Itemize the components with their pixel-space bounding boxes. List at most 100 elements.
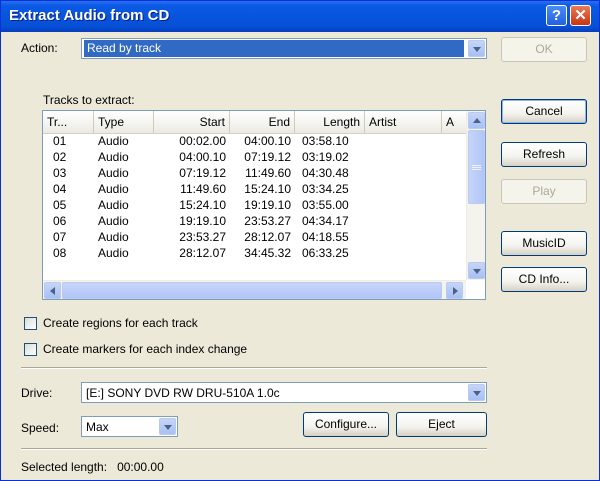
track-start-cell: 28:12.07 xyxy=(179,246,226,260)
track-number-cell: 05 xyxy=(53,198,67,212)
configure-button[interactable]: Configure... xyxy=(303,412,389,437)
track-start-cell: 00:02.00 xyxy=(179,134,226,148)
track-length-cell: 03:58.10 xyxy=(302,134,349,148)
help-button[interactable]: ? xyxy=(546,5,567,26)
column-header-artist[interactable]: Artist xyxy=(365,111,442,133)
help-icon: ? xyxy=(551,7,562,24)
table-row[interactable]: 03 Audio 07:19.12 11:49.60 04:30.48 xyxy=(43,166,466,180)
track-end-cell: 34:45.32 xyxy=(244,246,291,260)
column-header-end[interactable]: End xyxy=(230,111,295,133)
scroll-right-icon[interactable] xyxy=(446,282,463,299)
track-end-cell: 15:24.10 xyxy=(244,182,291,196)
column-header-album[interactable]: A xyxy=(442,111,466,133)
track-type-cell: Audio xyxy=(98,166,129,180)
scroll-left-icon[interactable] xyxy=(44,282,61,299)
track-number-cell: 08 xyxy=(53,246,67,260)
drive-dropdown[interactable]: [E:] SONY DVD RW DRU-510A 1.0c xyxy=(81,382,487,403)
action-label: Action: xyxy=(21,41,58,55)
tracks-header: Tr... Type Start End Length Artist A xyxy=(43,111,466,134)
create-markers-checkbox[interactable] xyxy=(24,343,37,356)
vertical-scrollbar[interactable] xyxy=(466,111,485,280)
speed-value: Max xyxy=(86,420,109,434)
track-length-cell: 03:19.02 xyxy=(302,150,349,164)
track-start-cell: 04:00.10 xyxy=(179,150,226,164)
drive-value: [E:] SONY DVD RW DRU-510A 1.0c xyxy=(86,386,280,400)
track-end-cell: 19:19.10 xyxy=(244,198,291,212)
play-button[interactable]: Play xyxy=(501,179,587,204)
track-end-cell: 23:53.27 xyxy=(244,214,291,228)
tracks-label: Tracks to extract: xyxy=(43,93,135,107)
track-number-cell: 03 xyxy=(53,166,67,180)
create-regions-label[interactable]: Create regions for each track xyxy=(43,316,198,330)
track-length-cell: 04:30.48 xyxy=(302,166,349,180)
track-end-cell: 11:49.60 xyxy=(245,166,291,180)
separator xyxy=(21,367,487,369)
separator xyxy=(21,448,487,450)
track-length-cell: 04:34.17 xyxy=(302,214,349,228)
column-header-start[interactable]: Start xyxy=(154,111,230,133)
musicid-button[interactable]: MusicID xyxy=(501,231,587,256)
speed-dropdown[interactable]: Max xyxy=(81,416,178,437)
close-button[interactable]: ✕ xyxy=(570,5,591,26)
track-length-cell: 04:18.55 xyxy=(302,230,349,244)
track-number-cell: 02 xyxy=(53,150,67,164)
table-row[interactable]: 06 Audio 19:19.10 23:53.27 04:34.17 xyxy=(43,214,466,228)
track-end-cell: 04:00.10 xyxy=(244,134,291,148)
horizontal-scrollbar[interactable] xyxy=(43,280,466,299)
track-number-cell: 04 xyxy=(53,182,67,196)
cancel-button[interactable]: Cancel xyxy=(501,99,587,124)
cd-info-button[interactable]: CD Info... xyxy=(501,267,587,292)
track-type-cell: Audio xyxy=(98,198,129,212)
track-start-cell: 07:19.12 xyxy=(179,166,226,180)
table-row[interactable]: 07 Audio 23:53.27 28:12.07 04:18.55 xyxy=(43,230,466,244)
tracks-list[interactable]: Tr... Type Start End Length Artist A 01 A… xyxy=(42,110,486,300)
horizontal-scroll-thumb[interactable] xyxy=(62,282,442,299)
track-number-cell: 06 xyxy=(53,214,67,228)
chevron-down-icon[interactable] xyxy=(468,40,485,57)
close-icon: ✕ xyxy=(574,7,587,24)
column-header-type[interactable]: Type xyxy=(94,111,154,133)
chevron-down-icon[interactable] xyxy=(468,384,485,401)
track-end-cell: 07:19.12 xyxy=(244,150,291,164)
column-header-length[interactable]: Length xyxy=(295,111,365,133)
track-type-cell: Audio xyxy=(98,134,129,148)
track-end-cell: 28:12.07 xyxy=(244,230,291,244)
drive-label: Drive: xyxy=(21,386,53,400)
title-bar[interactable]: Extract Audio from CD ? ✕ xyxy=(1,1,599,32)
table-row[interactable]: 08 Audio 28:12.07 34:45.32 06:33.25 xyxy=(43,246,466,260)
track-length-cell: 03:55.00 xyxy=(302,198,349,212)
scroll-up-icon[interactable] xyxy=(468,112,485,129)
track-type-cell: Audio xyxy=(98,230,129,244)
action-value: Read by track xyxy=(84,40,464,57)
track-number-cell: 07 xyxy=(53,230,67,244)
vertical-scroll-thumb[interactable] xyxy=(468,130,485,204)
track-start-cell: 15:24.10 xyxy=(179,198,226,212)
chevron-down-icon[interactable] xyxy=(159,418,176,435)
selected-length-status: Selected length: 00:00.00 xyxy=(21,460,164,474)
refresh-button[interactable]: Refresh xyxy=(501,142,587,167)
table-row[interactable]: 01 Audio 00:02.00 04:00.10 03:58.10 xyxy=(43,134,466,148)
track-type-cell: Audio xyxy=(98,182,129,196)
table-row[interactable]: 05 Audio 15:24.10 19:19.10 03:55.00 xyxy=(43,198,466,212)
ok-button[interactable]: OK xyxy=(501,37,587,62)
scroll-down-icon[interactable] xyxy=(468,262,485,279)
create-regions-checkbox[interactable] xyxy=(24,317,37,330)
create-markers-label[interactable]: Create markers for each index change xyxy=(43,342,247,356)
track-type-cell: Audio xyxy=(98,150,129,164)
action-dropdown[interactable]: Read by track xyxy=(81,38,487,59)
track-type-cell: Audio xyxy=(98,246,129,260)
speed-label: Speed: xyxy=(21,421,60,435)
table-row[interactable]: 04 Audio 11:49.60 15:24.10 03:34.25 xyxy=(43,182,466,196)
track-type-cell: Audio xyxy=(98,214,129,228)
track-length-cell: 03:34.25 xyxy=(302,182,349,196)
dialog-title: Extract Audio from CD xyxy=(9,7,170,24)
track-start-cell: 19:19.10 xyxy=(179,214,226,228)
eject-button[interactable]: Eject xyxy=(396,412,487,437)
table-row[interactable]: 02 Audio 04:00.10 07:19.12 03:19.02 xyxy=(43,150,466,164)
track-start-cell: 23:53.27 xyxy=(179,230,226,244)
extract-audio-dialog: Extract Audio from CD ? ✕ Action: Read b… xyxy=(0,0,600,481)
track-number-cell: 01 xyxy=(53,134,67,148)
track-length-cell: 06:33.25 xyxy=(302,246,349,260)
column-header-track[interactable]: Tr... xyxy=(43,111,94,133)
track-start-cell: 11:49.60 xyxy=(180,182,226,196)
